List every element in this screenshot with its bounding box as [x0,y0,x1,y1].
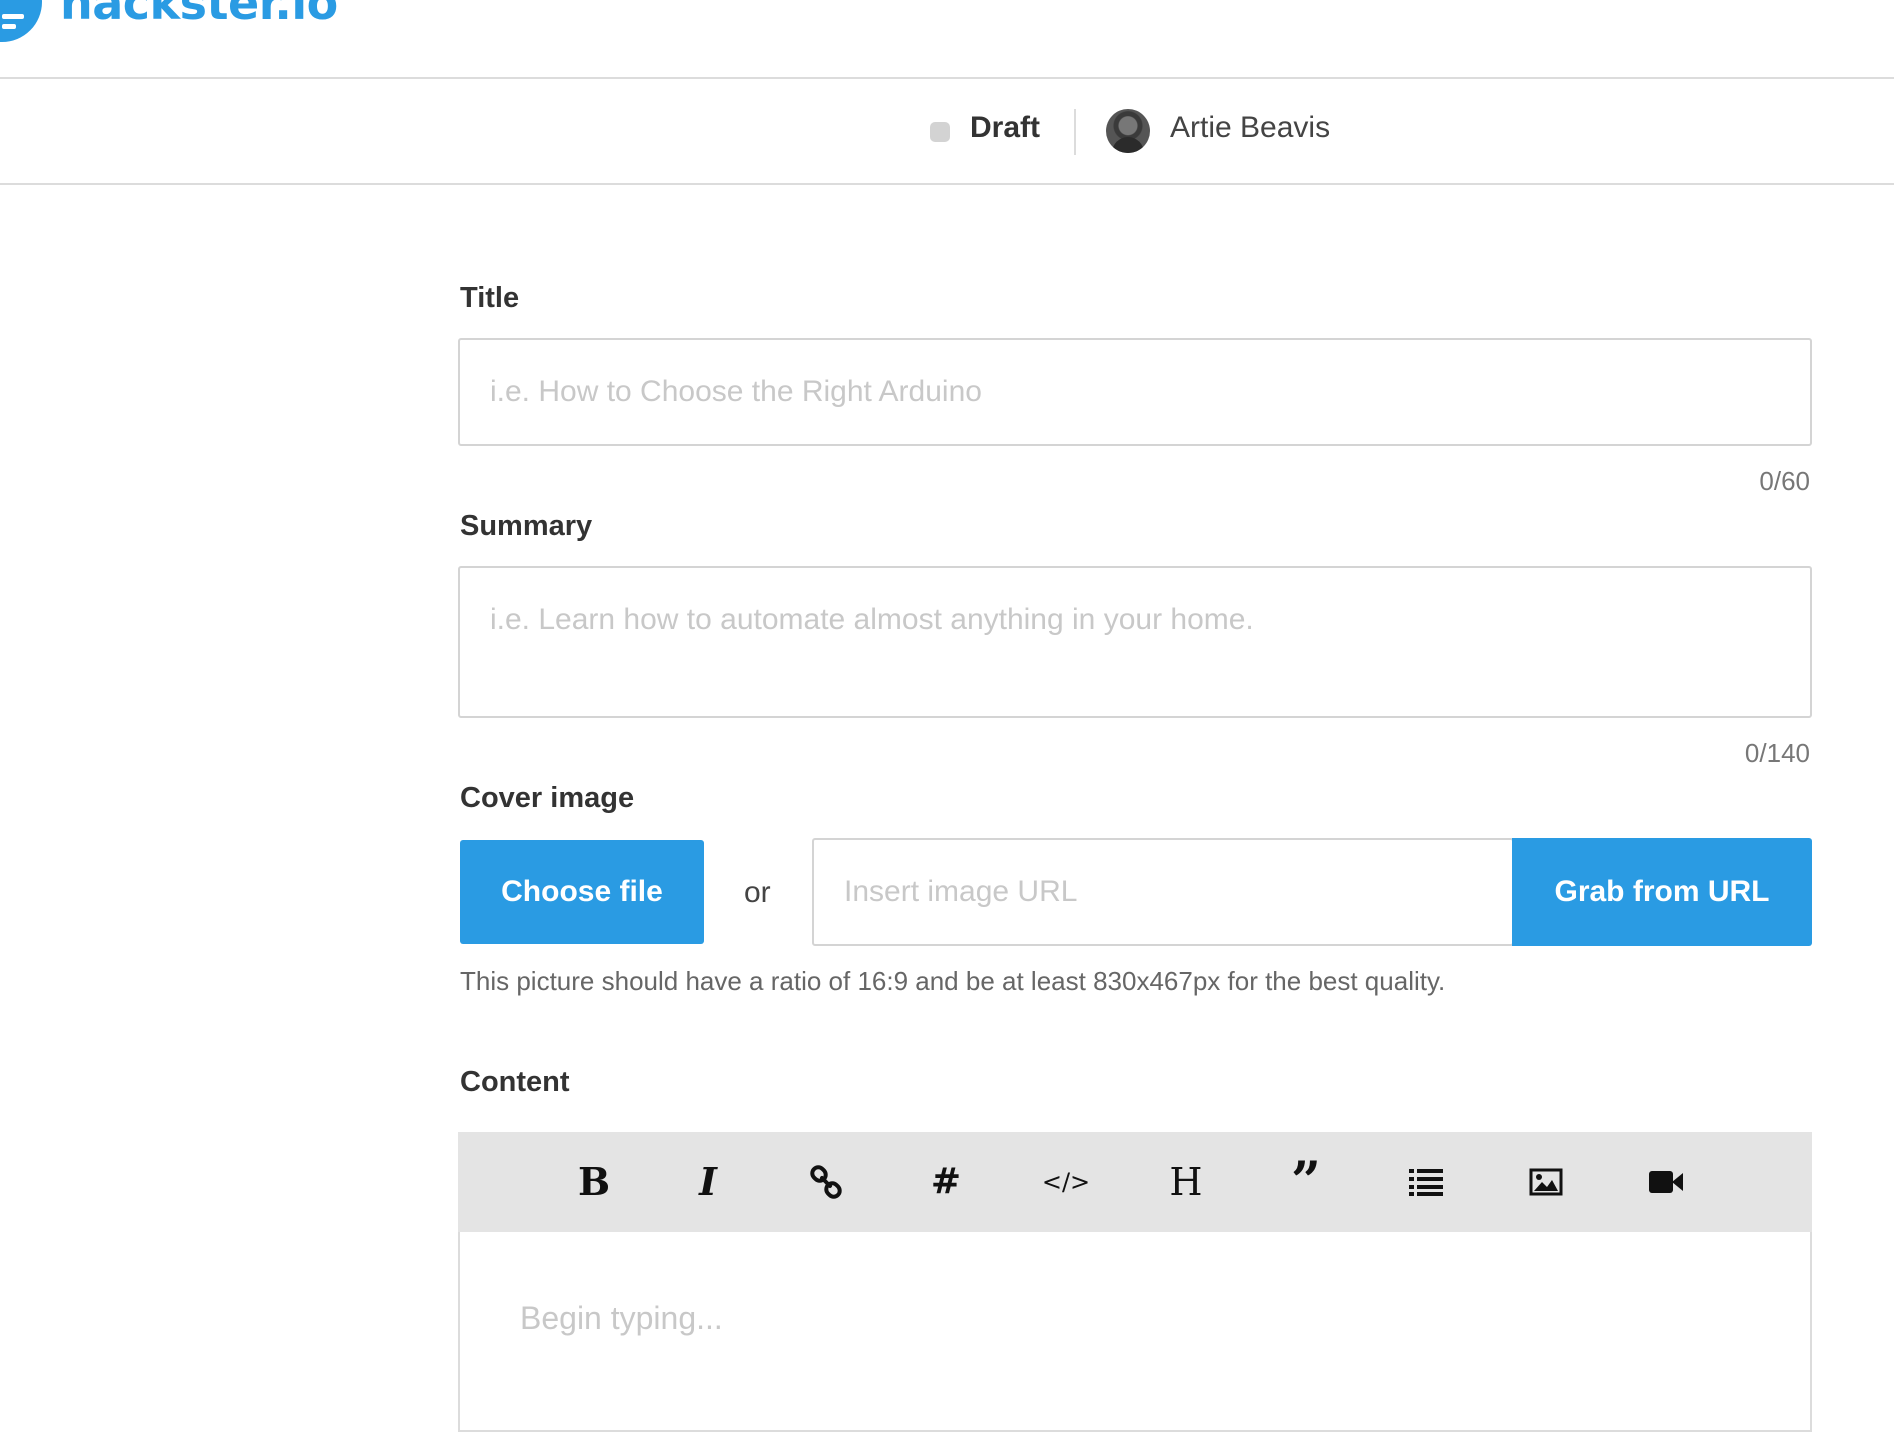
video-icon[interactable] [1638,1154,1694,1210]
hackster-logo-icon[interactable] [0,0,42,42]
status-label: Draft [970,111,1041,144]
image-icon[interactable] [1518,1154,1574,1210]
top-header: hackster.io [0,0,1894,79]
editor-placeholder: Begin typing... [520,1300,723,1336]
logo-text[interactable]: hackster.io [60,0,338,30]
quote-icon[interactable]: ” [1278,1154,1334,1210]
cover-image-hint: This picture should have a ratio of 16:9… [460,966,1446,996]
grab-from-url-button[interactable]: Grab from URL [1512,838,1812,946]
image-url-input[interactable] [812,838,1514,946]
content-label: Content [460,1066,570,1098]
editor-toolbar: B I # </> H ” [458,1132,1812,1232]
editor-status-bar: Draft Artie Beavis [0,81,1894,185]
title-char-counter: 0/60 [1759,466,1810,496]
draft-status-dot-icon [930,122,950,142]
avatar[interactable] [1106,109,1150,153]
content-editor[interactable]: Begin typing... [458,1232,1812,1432]
summary-input[interactable] [458,566,1812,718]
title-label: Title [460,282,520,314]
hashtag-icon[interactable]: # [918,1154,974,1210]
heading-icon[interactable]: H [1158,1154,1214,1210]
italic-icon[interactable]: I [680,1154,736,1210]
title-input[interactable] [458,338,1812,446]
choose-file-button[interactable]: Choose file [460,840,704,944]
divider [1074,109,1076,155]
bold-icon[interactable]: B [566,1154,622,1210]
list-icon[interactable] [1398,1154,1454,1210]
cover-image-label: Cover image [460,782,635,814]
link-icon[interactable] [798,1154,854,1210]
code-icon[interactable]: </> [1038,1154,1094,1210]
summary-label: Summary [460,510,593,542]
or-separator: or [744,876,771,909]
summary-char-counter: 0/140 [1744,738,1810,768]
user-name[interactable]: Artie Beavis [1170,111,1330,145]
